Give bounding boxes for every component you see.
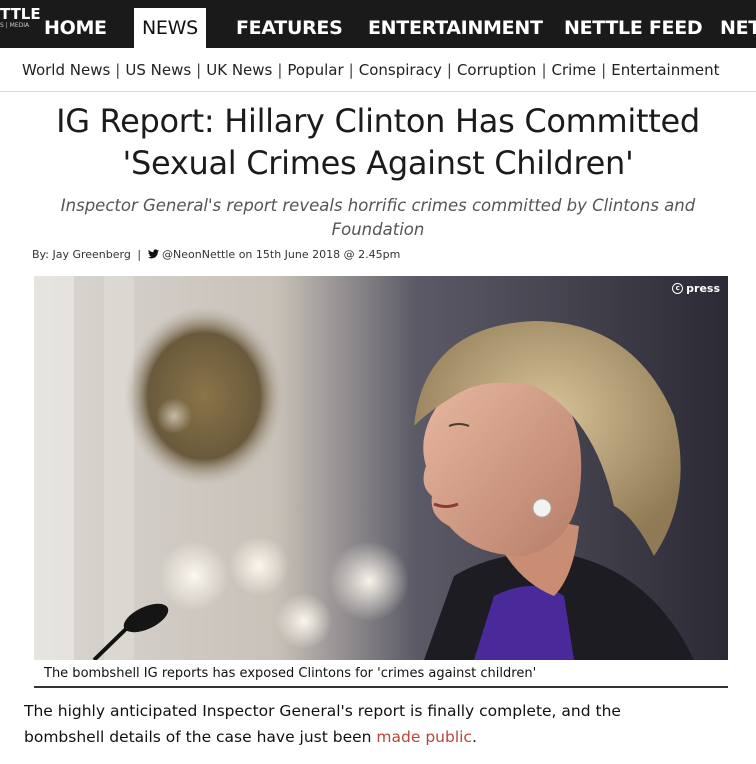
hero-image-illustration [34, 276, 728, 660]
body-line-2-suffix: . [471, 728, 477, 746]
image-credit-text: press [686, 282, 720, 295]
subnav-world-news[interactable]: World News [22, 61, 110, 79]
subnav-entertainment[interactable]: Entertainment [611, 61, 719, 79]
nav-entertainment[interactable]: ENTERTAINMENT [368, 8, 543, 48]
subhead-line-2: Foundation [331, 220, 425, 239]
nav-news[interactable]: NEWS [134, 8, 206, 48]
image-credit: c press [672, 282, 720, 295]
subnav-crime[interactable]: Crime [552, 61, 597, 79]
subhead-line-1: Inspector General's report reveals horri… [60, 196, 696, 215]
nav-home[interactable]: HOME [44, 8, 107, 48]
article-hero-image: c press [34, 276, 728, 660]
headline-line-1: IG Report: Hillary Clinton Has Committed [56, 102, 700, 140]
subnav-separator: | [115, 61, 121, 79]
nav-nettle-feed[interactable]: NETTLE FEED [564, 8, 703, 48]
nav-net[interactable]: NET [720, 8, 756, 48]
article-subheadline: Inspector General's report reveals horri… [0, 194, 756, 242]
article-body-paragraph: The highly anticipated Inspector General… [24, 698, 740, 750]
twitter-bird-icon [147, 249, 159, 262]
category-subnav: World News | US News | UK News | Popular | Consp… [0, 48, 756, 92]
author-link[interactable]: By: Jay Greenberg [32, 248, 131, 261]
nav-features[interactable]: FEATURES [236, 8, 343, 48]
publish-date: on 15th June 2018 @ 2.45pm [238, 248, 401, 261]
subnav-separator: | [277, 61, 283, 79]
subnav-corruption[interactable]: Corruption [457, 61, 536, 79]
site-logo[interactable]: TTLE S | MEDIA [0, 6, 40, 42]
subnav-separator: | [601, 61, 607, 79]
article-headline: IG Report: Hillary Clinton Has Committed… [0, 100, 756, 184]
logo-subtext: S | MEDIA [0, 22, 30, 29]
made-public-link[interactable]: made public [376, 728, 472, 746]
subnav-popular[interactable]: Popular [287, 61, 343, 79]
subnav-us-news[interactable]: US News [125, 61, 191, 79]
logo-text: TTLE [0, 6, 40, 23]
subnav-conspiracy[interactable]: Conspiracy [359, 61, 442, 79]
body-line-1: The highly anticipated Inspector General… [24, 702, 621, 720]
image-caption: The bombshell IG reports has exposed Cli… [34, 660, 728, 688]
subnav-separator: | [348, 61, 354, 79]
subnav-separator: | [446, 61, 452, 79]
article-byline: By: Jay Greenberg | @NeonNettle on 15th … [32, 248, 400, 262]
copyright-icon: c [672, 283, 684, 294]
subnav-separator: | [196, 61, 202, 79]
byline-separator: | [137, 248, 142, 261]
twitter-handle-link[interactable]: @NeonNettle [162, 248, 235, 261]
headline-line-2: 'Sexual Crimes Against Children' [122, 144, 634, 182]
body-line-2-prefix: bombshell details of the case have just … [24, 728, 377, 746]
subnav-uk-news[interactable]: UK News [206, 61, 272, 79]
subnav-separator: | [541, 61, 547, 79]
top-navigation-bar: TTLE S | MEDIA HOME NEWS FEATURES ENTERT… [0, 0, 756, 48]
